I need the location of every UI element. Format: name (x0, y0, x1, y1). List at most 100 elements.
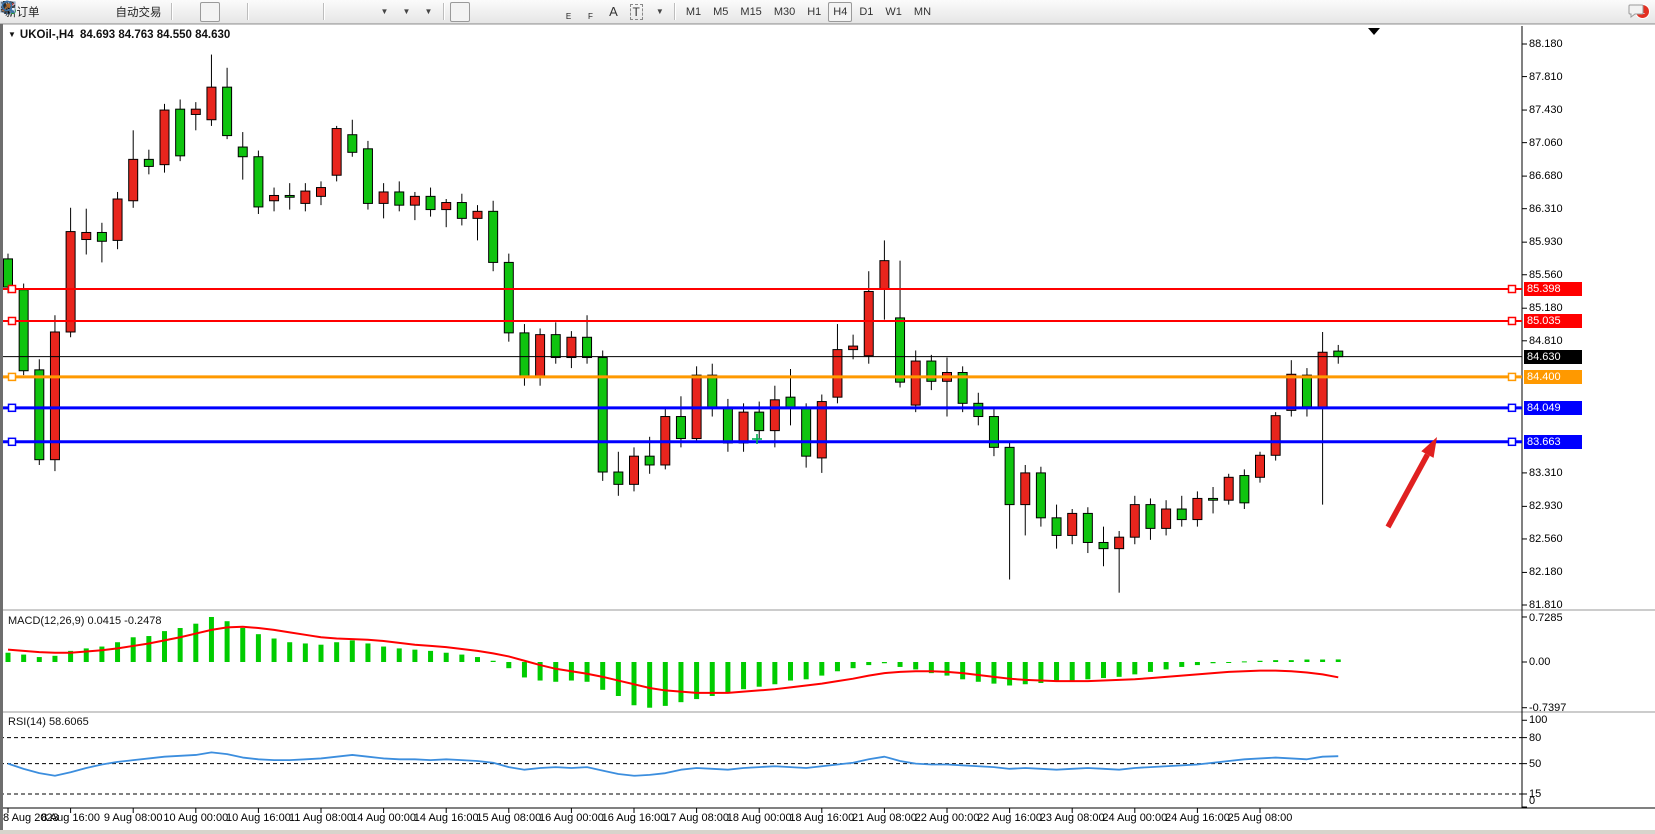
macd-signal-line (8, 627, 1338, 693)
macd-label: MACD(12,26,9) 0.0415 -0.2478 (8, 615, 161, 627)
macd-histogram-bar (1336, 659, 1341, 662)
macd-histogram-bar (1148, 662, 1153, 672)
candle (1021, 473, 1030, 505)
timeframe-button-m1[interactable]: M1 (681, 2, 706, 22)
line-handle[interactable] (9, 438, 16, 445)
candle (1052, 518, 1061, 536)
candle (442, 203, 451, 210)
tile-windows-icon[interactable] (298, 2, 318, 22)
candle (285, 195, 294, 197)
equidistant-channel-icon[interactable]: E (560, 2, 580, 22)
arrows-icon[interactable]: ▼ (649, 2, 669, 22)
period-clock-icon[interactable]: ▼ (396, 2, 416, 22)
toolbar-separator (443, 3, 445, 20)
new-chart-icon[interactable]: ▼ (374, 2, 394, 22)
macd-histogram-bar (287, 642, 292, 662)
zoom-out-icon[interactable] (276, 2, 296, 22)
macd-histogram-bar (647, 662, 652, 708)
candle (1271, 416, 1280, 456)
macd-histogram-bar (772, 662, 777, 684)
macd-histogram-bar (866, 662, 871, 665)
line-handle[interactable] (9, 373, 16, 380)
strategy-signal-icon[interactable] (90, 2, 110, 22)
horizontal-line-icon[interactable] (516, 2, 536, 22)
arrow-annotation[interactable] (1388, 455, 1427, 527)
chat-icon[interactable]: 1 (1627, 2, 1647, 22)
text-icon[interactable]: A (604, 2, 624, 22)
bar-chart-icon[interactable] (178, 2, 198, 22)
indicators-icon[interactable]: ▼ (418, 2, 438, 22)
main-toolbar: 新订单 自动交易 ▼ ▼ (0, 0, 1655, 24)
chart-shift-icon[interactable] (330, 2, 350, 22)
vertical-line-icon[interactable] (494, 2, 514, 22)
timeframe-button-w1[interactable]: W1 (880, 2, 907, 22)
macd-histogram-bar (960, 662, 965, 679)
candle (911, 361, 920, 405)
candle (598, 358, 607, 472)
timeframe-button-mn[interactable]: MN (909, 2, 936, 22)
candle (1224, 477, 1233, 500)
candle (1193, 498, 1202, 519)
candle-chart-icon[interactable] (200, 2, 220, 22)
timeframe-button-d1[interactable]: D1 (854, 2, 878, 22)
toolbar-separator (171, 3, 173, 20)
macd-histogram-bar (272, 639, 277, 662)
window-bottom-border (0, 830, 1655, 834)
macd-histogram-bar (1258, 661, 1263, 662)
macd-histogram-bar (913, 662, 918, 669)
candle (317, 188, 326, 197)
macd-histogram-bar (1242, 661, 1247, 662)
line-handle[interactable] (1509, 438, 1516, 445)
chart-autoscroll-icon[interactable] (352, 2, 372, 22)
timeframe-button-m30[interactable]: M30 (769, 2, 800, 22)
macd-histogram-bar (444, 653, 449, 662)
crosshair-icon[interactable] (472, 2, 492, 22)
candle (630, 456, 639, 484)
line-handle[interactable] (9, 404, 16, 411)
timeframe-button-h1[interactable]: H1 (802, 2, 826, 22)
rsi-label: RSI(14) 58.6065 (8, 716, 89, 728)
candle (207, 87, 216, 120)
candle (786, 397, 795, 408)
line-handle[interactable] (9, 286, 16, 293)
candle (270, 195, 279, 200)
line-chart-icon[interactable] (222, 2, 242, 22)
macd-histogram-bar (991, 662, 996, 684)
line-handle[interactable] (1509, 373, 1516, 380)
line-handle[interactable] (1509, 286, 1516, 293)
macd-histogram-bar (1132, 662, 1137, 674)
chevron-down-icon: ▼ (425, 7, 433, 16)
macd-histogram-bar (835, 662, 840, 671)
timeframe-button-m5[interactable]: M5 (708, 2, 733, 22)
candle (489, 211, 498, 262)
macd-histogram-bar (37, 657, 42, 662)
auto-trading-button[interactable]: 自动交易 (112, 2, 166, 22)
market-watch-icon[interactable] (46, 2, 66, 22)
trendline-icon[interactable] (538, 2, 558, 22)
fibonacci-icon[interactable]: F (582, 2, 602, 22)
arrow-annotation-head[interactable] (1421, 437, 1437, 458)
macd-histogram-bar (522, 662, 527, 677)
collapse-icon[interactable]: ▼ (8, 30, 16, 39)
line-handle[interactable] (1509, 317, 1516, 324)
macd-histogram-bar (412, 650, 417, 662)
candle (82, 232, 91, 239)
candle (426, 196, 435, 209)
candle (880, 261, 889, 289)
line-handle[interactable] (1509, 404, 1516, 411)
zoom-in-icon[interactable] (254, 2, 274, 22)
text-label-icon[interactable]: T (626, 2, 647, 22)
candle (301, 191, 310, 203)
chart-shift-marker[interactable] (1368, 28, 1380, 35)
toolbar-separator (247, 3, 249, 20)
line-handle[interactable] (9, 317, 16, 324)
chart-canvas[interactable] (0, 0, 1655, 834)
timeframe-button-m15[interactable]: M15 (735, 2, 766, 22)
candle (191, 109, 200, 114)
macd-histogram-bar (663, 662, 668, 706)
candle (395, 192, 404, 205)
terminal-icon[interactable] (68, 2, 88, 22)
timeframe-button-h4[interactable]: H4 (828, 2, 852, 22)
cursor-icon[interactable] (450, 2, 470, 22)
search-icon[interactable] (1605, 2, 1625, 22)
